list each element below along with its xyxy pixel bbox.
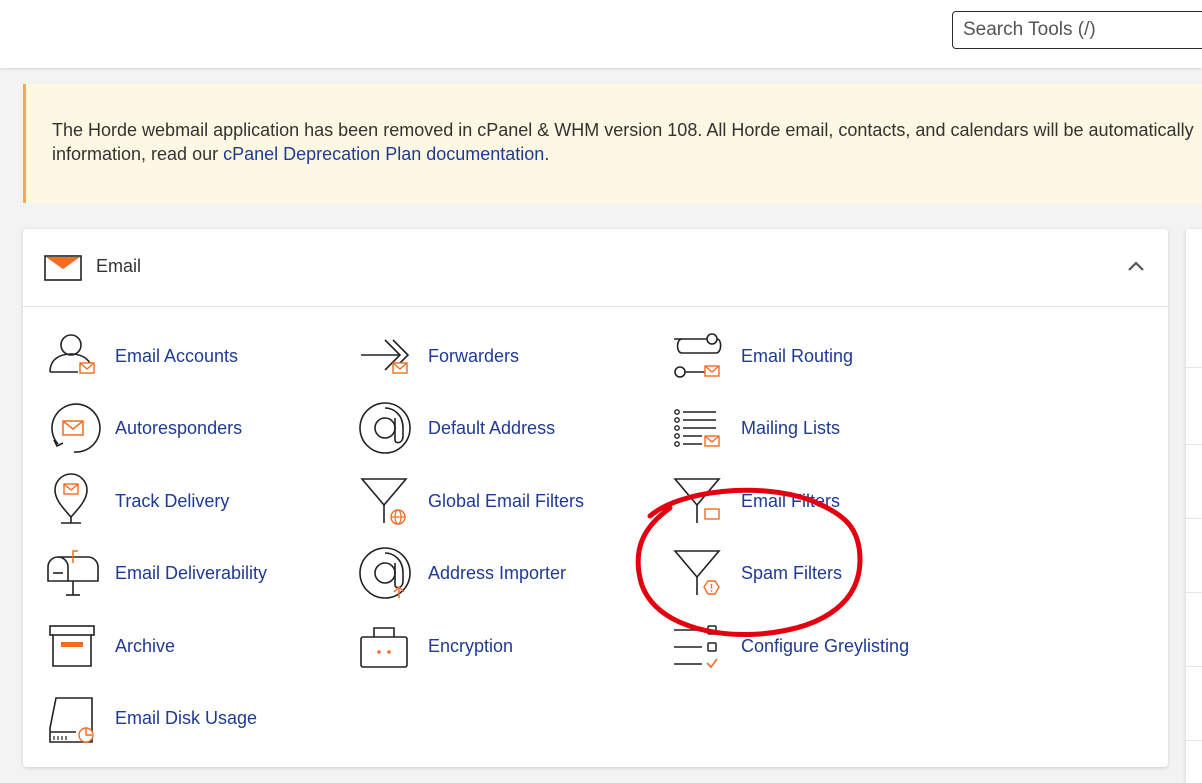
tool-forwarders[interactable]: Forwarders	[359, 326, 649, 386]
deprecation-plan-link[interactable]: cPanel Deprecation Plan documentation	[223, 144, 544, 164]
chevron-up-icon[interactable]	[1127, 259, 1145, 277]
routing-icon	[672, 326, 728, 386]
tool-spam-filters[interactable]: Spam Filters	[672, 543, 962, 603]
tool-label: Forwarders	[428, 346, 520, 366]
tool-label: Configure Greylisting	[741, 636, 910, 656]
forward-arrow-icon	[359, 326, 415, 386]
top-bar	[0, 0, 1202, 68]
tool-default-address[interactable]: Default Address	[359, 398, 649, 458]
tool-track-delivery[interactable]: Track Delivery	[46, 471, 336, 531]
encryption-case-icon	[359, 616, 415, 676]
tool-label: Track Delivery	[115, 491, 230, 511]
notice-text-line2-prefix: information, read our	[52, 144, 224, 164]
disk-usage-icon	[46, 688, 102, 748]
tool-email-filters[interactable]: Email Filters	[672, 471, 962, 531]
tool-label: Autoresponders	[115, 418, 243, 438]
tool-configure-greylisting[interactable]: Configure Greylisting	[672, 616, 962, 676]
tool-label: Email Deliverability	[115, 563, 268, 583]
side-panel	[1186, 229, 1202, 783]
at-sign-icon	[359, 398, 415, 458]
email-section-title: Email	[96, 256, 142, 276]
tool-label: Email Routing	[741, 346, 854, 366]
tool-archive[interactable]: Archive	[46, 616, 336, 676]
tool-email-routing[interactable]: Email Routing	[672, 326, 962, 386]
tool-label: Global Email Filters	[428, 491, 585, 511]
checklist-icon	[672, 616, 728, 676]
envelope-icon	[44, 255, 82, 286]
tool-email-deliverability[interactable]: Email Deliverability	[46, 543, 336, 603]
tool-label: Spam Filters	[741, 563, 843, 583]
tool-label: Mailing Lists	[741, 418, 841, 438]
list-email-icon	[672, 398, 728, 458]
tool-email-disk-usage[interactable]: Email Disk Usage	[46, 688, 336, 748]
mailbox-icon	[46, 543, 102, 603]
map-pin-email-icon	[46, 471, 102, 531]
tool-label: Archive	[115, 636, 176, 656]
tool-label: Email Filters	[741, 491, 841, 511]
autoresponder-icon	[46, 398, 102, 458]
tool-label: Encryption	[428, 636, 514, 656]
horde-removal-notice: The Horde webmail application has been r…	[23, 84, 1202, 203]
tool-encryption[interactable]: Encryption	[359, 616, 649, 676]
user-email-icon	[46, 326, 102, 386]
notice-text-line1: The Horde webmail application has been r…	[52, 120, 1194, 140]
email-section-header[interactable]: Email	[23, 229, 1168, 307]
tool-label: Email Accounts	[115, 346, 239, 366]
email-section-panel: Email Email Accounts Forwarders Email Ro…	[23, 229, 1168, 767]
tool-email-accounts[interactable]: Email Accounts	[46, 326, 336, 386]
tool-autoresponders[interactable]: Autoresponders	[46, 398, 336, 458]
at-import-icon	[359, 543, 415, 603]
funnel-globe-icon	[359, 471, 415, 531]
tool-label: Email Disk Usage	[115, 708, 258, 728]
funnel-warning-icon	[672, 543, 728, 603]
tool-label: Address Importer	[428, 563, 567, 583]
tool-address-importer[interactable]: Address Importer	[359, 543, 649, 603]
tool-label: Default Address	[428, 418, 556, 438]
notice-text-line2-suffix: .	[544, 144, 550, 164]
archive-box-icon	[46, 616, 102, 676]
tool-global-email-filters[interactable]: Global Email Filters	[359, 471, 649, 531]
funnel-icon	[672, 471, 728, 531]
search-tools-input[interactable]	[952, 11, 1202, 49]
tool-mailing-lists[interactable]: Mailing Lists	[672, 398, 962, 458]
